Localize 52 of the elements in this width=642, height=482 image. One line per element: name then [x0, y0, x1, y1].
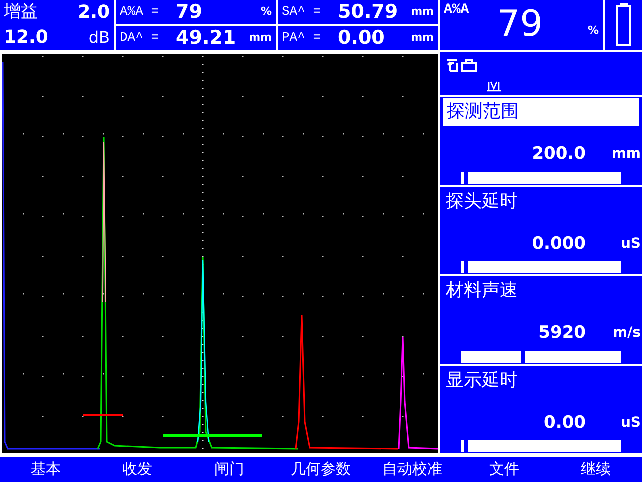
parameter-unit: m/s [612, 324, 642, 344]
parameter-label[interactable]: 材料声速 [440, 277, 642, 305]
parameter-value: 5920 [538, 322, 586, 345]
menu-button[interactable]: 基本 [0, 457, 92, 482]
slider-track[interactable] [461, 350, 621, 362]
menu-button[interactable]: 收发 [92, 457, 184, 482]
big-reading-value: 79 [497, 3, 544, 47]
gain-step: 2.0 [78, 0, 110, 26]
peak-icon [487, 79, 501, 92]
gain-unit: dB [88, 26, 110, 48]
gain-value: 12.0 [4, 26, 48, 50]
menu-button[interactable]: 文件 [458, 457, 550, 482]
parameter-label[interactable]: 探头延时 [440, 188, 642, 216]
big-reading-label: A%A [444, 1, 470, 20]
slider-thumb[interactable] [520, 350, 525, 362]
slider-thumb[interactable] [464, 261, 468, 273]
reading-value: 50.79 [338, 0, 400, 25]
menu-button[interactable]: 几何参数 [275, 457, 367, 482]
parameter-value: 200.0 [532, 143, 586, 166]
parameter-label[interactable]: 显示延时 [440, 366, 642, 394]
parameter-panel[interactable]: 探测范围 200.0 mm [440, 97, 642, 186]
reading-value: 49.21 [176, 26, 238, 51]
slider-track[interactable] [461, 440, 621, 452]
menu-button[interactable]: 继续 [550, 457, 642, 482]
parameter-unit: mm [610, 145, 642, 164]
slider-track[interactable] [461, 261, 621, 273]
menu-button[interactable]: 自动校准 [366, 457, 459, 482]
reading-label: SA^ = [282, 3, 322, 22]
parameter-panel[interactable]: 探头延时 0.000 uS [440, 186, 642, 276]
reading-unit: mm [411, 30, 434, 46]
reading-value: 79 [176, 0, 204, 25]
reading-unit: % [260, 4, 272, 20]
parameter-value: 0.000 [532, 232, 586, 256]
reading-value: 0.00 [338, 26, 386, 51]
parameter-unit: uS [620, 414, 642, 433]
reading-unit: mm [411, 4, 434, 20]
menu-button[interactable]: 闸门 [183, 457, 276, 482]
gain-label: 增益 [4, 0, 38, 24]
reading-label: DA^ = [120, 29, 160, 48]
reading-label: PA^ = [282, 29, 322, 48]
battery-icon [616, 3, 632, 47]
big-reading-unit: % [588, 22, 599, 39]
parameter-unit: uS [620, 234, 642, 254]
reading-label: A%A = [120, 3, 160, 22]
parameter-label[interactable]: 探测范围 [443, 98, 639, 126]
parameter-value: 0.00 [544, 412, 586, 434]
reading-unit: mm [249, 30, 272, 46]
slider-thumb[interactable] [464, 440, 468, 452]
slider-track[interactable] [461, 172, 621, 184]
slider-thumb[interactable] [464, 172, 468, 184]
parameter-panel[interactable]: 显示延时 0.00 uS [440, 366, 642, 455]
parameter-panel[interactable]: 材料声速 5920 m/s [440, 276, 642, 366]
